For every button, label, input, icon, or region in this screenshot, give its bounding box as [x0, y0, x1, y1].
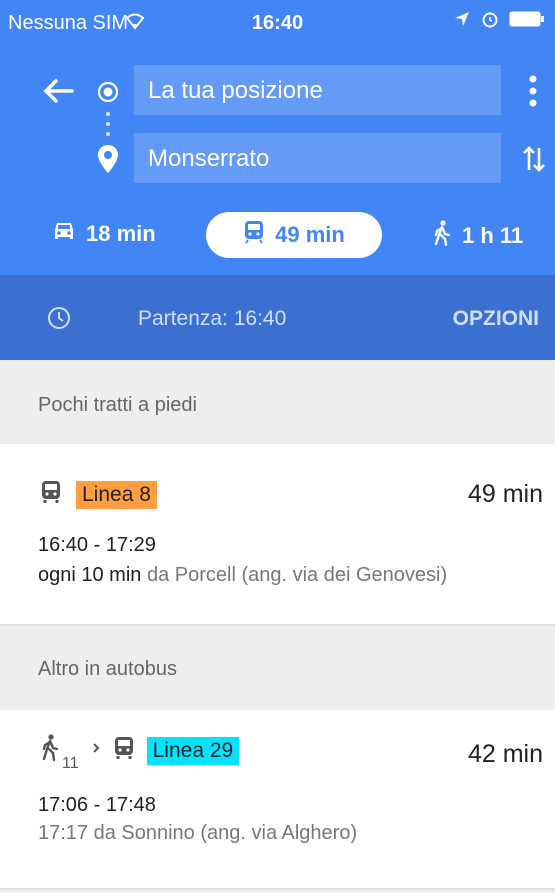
car-icon: [52, 220, 76, 248]
mode-car-label: 18 min: [86, 221, 156, 246]
walk-step: 11: [40, 734, 79, 772]
bus-icon: [113, 736, 135, 765]
walk-icon: [432, 220, 452, 252]
route-frequency: 17:17 da Sonnino (ang. via Alghero): [38, 822, 358, 844]
status-bar: Nessuna SIM 16:40: [0, 0, 555, 44]
route-connector: [106, 110, 110, 145]
section-header-few-walks: Pochi tratti a piedi: [0, 360, 555, 444]
origin-field[interactable]: La tua posizione: [134, 65, 501, 115]
destination-field[interactable]: Monserrato: [134, 133, 501, 183]
more-vert-icon[interactable]: [528, 74, 538, 113]
bus-icon: [40, 480, 62, 509]
clock-icon[interactable]: [46, 305, 72, 336]
mode-walk[interactable]: 1 h 11: [432, 220, 523, 252]
directions-header: Nessuna SIM 16:40 La tua posizione Monse…: [0, 0, 555, 275]
route-duration: 42 min: [467, 740, 543, 768]
route-frequency-strong: ogni 10 min: [38, 564, 142, 586]
route-times: 17:06 - 17:48: [38, 794, 156, 816]
departure-time-button[interactable]: Partenza: 16:40: [138, 307, 286, 331]
section-header-more-bus: Altro in autobus: [0, 626, 555, 710]
destination-pin-icon: [97, 144, 119, 179]
line-badge: Linea 8: [76, 480, 157, 509]
walk-minutes: 11: [62, 755, 79, 772]
section-title: Altro in autobus: [38, 658, 177, 680]
line-badge: Linea 29: [146, 736, 240, 765]
origin-text: La tua posizione: [148, 77, 323, 104]
origin-dot-icon: [96, 80, 120, 109]
mode-transit-label: 49 min: [275, 222, 345, 247]
route-option-1[interactable]: Linea 8 49 min 16:40 - 17:29 ogni 10 min…: [0, 444, 555, 624]
transit-icon: [243, 220, 265, 250]
mode-transit[interactable]: 49 min: [206, 212, 382, 258]
swap-icon[interactable]: [522, 144, 546, 179]
route-frequency-stop: da Porcell (ang. via dei Genovesi): [141, 564, 448, 586]
route-duration: 49 min: [467, 480, 543, 508]
divider: [0, 888, 555, 890]
options-button[interactable]: OPZIONI: [453, 307, 539, 331]
departure-bar: Partenza: 16:40 OPZIONI: [0, 275, 555, 360]
route-times: 16:40 - 17:29: [38, 534, 156, 556]
travel-modes: 18 min 49 min 1 h 11: [0, 210, 555, 260]
chevron-right-icon: [91, 741, 101, 760]
route-steps: Linea 8: [40, 480, 157, 509]
back-arrow-icon[interactable]: [40, 76, 76, 106]
route-option-2[interactable]: 11 Linea 29 42 min 17:06 - 17:48 17:17 d…: [0, 710, 555, 888]
location-arrow-icon: [453, 10, 471, 33]
mode-walk-label: 1 h 11: [462, 223, 524, 248]
section-title: Pochi tratti a piedi: [38, 394, 197, 416]
route-frequency: ogni 10 min da Porcell (ang. via dei Gen…: [38, 564, 447, 587]
route-steps: 11 Linea 29: [40, 734, 240, 772]
walk-icon: [40, 734, 60, 767]
battery-icon: [509, 10, 545, 33]
status-right: [453, 10, 545, 33]
destination-text: Monserrato: [148, 145, 270, 172]
mode-car[interactable]: 18 min: [52, 220, 156, 248]
alarm-icon: [481, 10, 499, 33]
